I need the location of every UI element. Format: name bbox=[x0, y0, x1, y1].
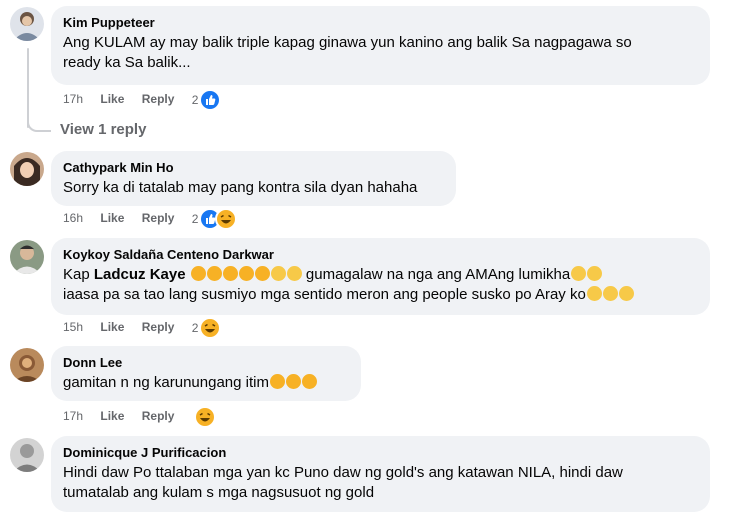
like-button[interactable]: Like bbox=[100, 208, 124, 228]
view-replies-link[interactable]: View 1 reply bbox=[60, 121, 146, 138]
comment-author[interactable]: Donn Lee bbox=[63, 354, 349, 371]
comment-bubble: Donn Lee gamitan n ng karunungang itim bbox=[51, 346, 361, 401]
comment-actions: 15h Like Reply 2 bbox=[63, 317, 222, 339]
comment-actions: 16h Like Reply 2 bbox=[63, 208, 238, 230]
rolling-laughing-emoji-icon bbox=[301, 374, 317, 389]
comment-author[interactable]: Koykoy Saldaña Centeno Darkwar bbox=[63, 246, 698, 263]
avatar[interactable] bbox=[10, 240, 44, 274]
comment-timestamp[interactable]: 16h bbox=[63, 208, 83, 228]
comment-actions: 17h Like Reply bbox=[63, 406, 216, 428]
rolling-laughing-emoji-icon bbox=[269, 374, 285, 389]
smiling-emoji-icon bbox=[270, 266, 286, 281]
comment-author[interactable]: Dominicque J Purificacion bbox=[63, 444, 698, 461]
comment-text: Sorry ka di tatalab may pang kontra sila… bbox=[63, 179, 418, 196]
comment-author[interactable]: Kim Puppeteer bbox=[63, 14, 698, 31]
comment-text-line: tumatalab ang kulam s mga nagsusuot ng g… bbox=[63, 484, 375, 501]
avatar[interactable] bbox=[10, 438, 44, 472]
comment-author[interactable]: Cathypark Min Ho bbox=[63, 159, 444, 176]
comment-timestamp[interactable]: 17h bbox=[63, 406, 83, 426]
grimacing-emoji-icon bbox=[602, 286, 618, 301]
comment-text: gamitan n ng karunungang itim bbox=[63, 373, 349, 393]
laughing-emoji-icon bbox=[190, 266, 206, 281]
comment-bubble: Koykoy Saldaña Centeno Darkwar Kap Ladcu… bbox=[51, 238, 710, 315]
haha-icon bbox=[215, 208, 238, 230]
comment-timestamp[interactable]: 17h bbox=[63, 89, 83, 109]
grimacing-emoji-icon bbox=[586, 286, 602, 301]
reaction-summary[interactable] bbox=[192, 406, 216, 428]
comment-bubble: Kim Puppeteer Ang KULAM ay may balik tri… bbox=[51, 6, 710, 85]
comment-text-line: ready ka Sa balik... bbox=[63, 54, 191, 71]
comment-text-line: iaasa pa sa tao lang susmiyo mga sentido… bbox=[63, 286, 586, 303]
reply-button[interactable]: Reply bbox=[142, 89, 175, 109]
thread-connector-curve bbox=[27, 112, 51, 132]
reply-button[interactable]: Reply bbox=[142, 406, 175, 426]
comment-text-prefix: Kap bbox=[63, 266, 94, 283]
reply-button[interactable]: Reply bbox=[142, 317, 175, 337]
comment-text-suffix: gumagalaw na nga ang AMAng lumikha bbox=[301, 266, 571, 283]
rolling-laughing-emoji-icon bbox=[238, 266, 254, 281]
relieved-emoji-icon bbox=[587, 266, 603, 281]
reaction-count: 2 bbox=[191, 212, 199, 226]
haha-icon bbox=[199, 317, 222, 339]
reaction-summary[interactable]: 2 bbox=[192, 89, 222, 111]
avatar[interactable] bbox=[10, 152, 44, 186]
comment-bubble: Dominicque J Purificacion Hindi daw Po t… bbox=[51, 436, 710, 512]
relieved-emoji-icon bbox=[571, 266, 587, 281]
avatar[interactable] bbox=[10, 7, 44, 41]
comment-text-line: gamitan n ng karunungang itim bbox=[63, 374, 269, 391]
like-button[interactable]: Like bbox=[100, 89, 124, 109]
laughing-emoji-icon bbox=[206, 266, 222, 281]
like-button[interactable]: Like bbox=[100, 406, 124, 426]
comment-text-line: Ang KULAM ay may balik triple kapag gina… bbox=[63, 34, 632, 51]
like-icon bbox=[199, 89, 222, 111]
reaction-summary[interactable]: 2 bbox=[192, 208, 238, 230]
rolling-laughing-emoji-icon bbox=[285, 374, 301, 389]
avatar[interactable] bbox=[10, 348, 44, 382]
reaction-count: 2 bbox=[191, 321, 199, 335]
haha-icon bbox=[193, 406, 216, 428]
comment-text: Kap Ladcuz Kaye gumagalaw na nga ang AMA… bbox=[63, 265, 698, 305]
like-button[interactable]: Like bbox=[100, 317, 124, 337]
reaction-count: 2 bbox=[191, 93, 199, 107]
rolling-laughing-emoji-icon bbox=[254, 266, 270, 281]
winking-emoji-icon bbox=[618, 286, 634, 301]
rolling-laughing-emoji-icon bbox=[222, 266, 238, 281]
comment-actions: 17h Like Reply 2 bbox=[63, 89, 222, 111]
comment-text: Ang KULAM ay may balik triple kapag gina… bbox=[63, 33, 698, 73]
comment-bubble: Cathypark Min Ho Sorry ka di tatalab may… bbox=[51, 151, 456, 206]
comment-text: Hindi daw Po ttalaban mga yan kc Puno da… bbox=[63, 463, 698, 503]
comment-timestamp[interactable]: 15h bbox=[63, 317, 83, 337]
smiling-emoji-icon bbox=[286, 266, 302, 281]
mention-link[interactable]: Ladcuz Kaye bbox=[94, 266, 186, 283]
reaction-summary[interactable]: 2 bbox=[192, 317, 222, 339]
reply-button[interactable]: Reply bbox=[142, 208, 175, 228]
comment-text-line: Hindi daw Po ttalaban mga yan kc Puno da… bbox=[63, 464, 623, 481]
